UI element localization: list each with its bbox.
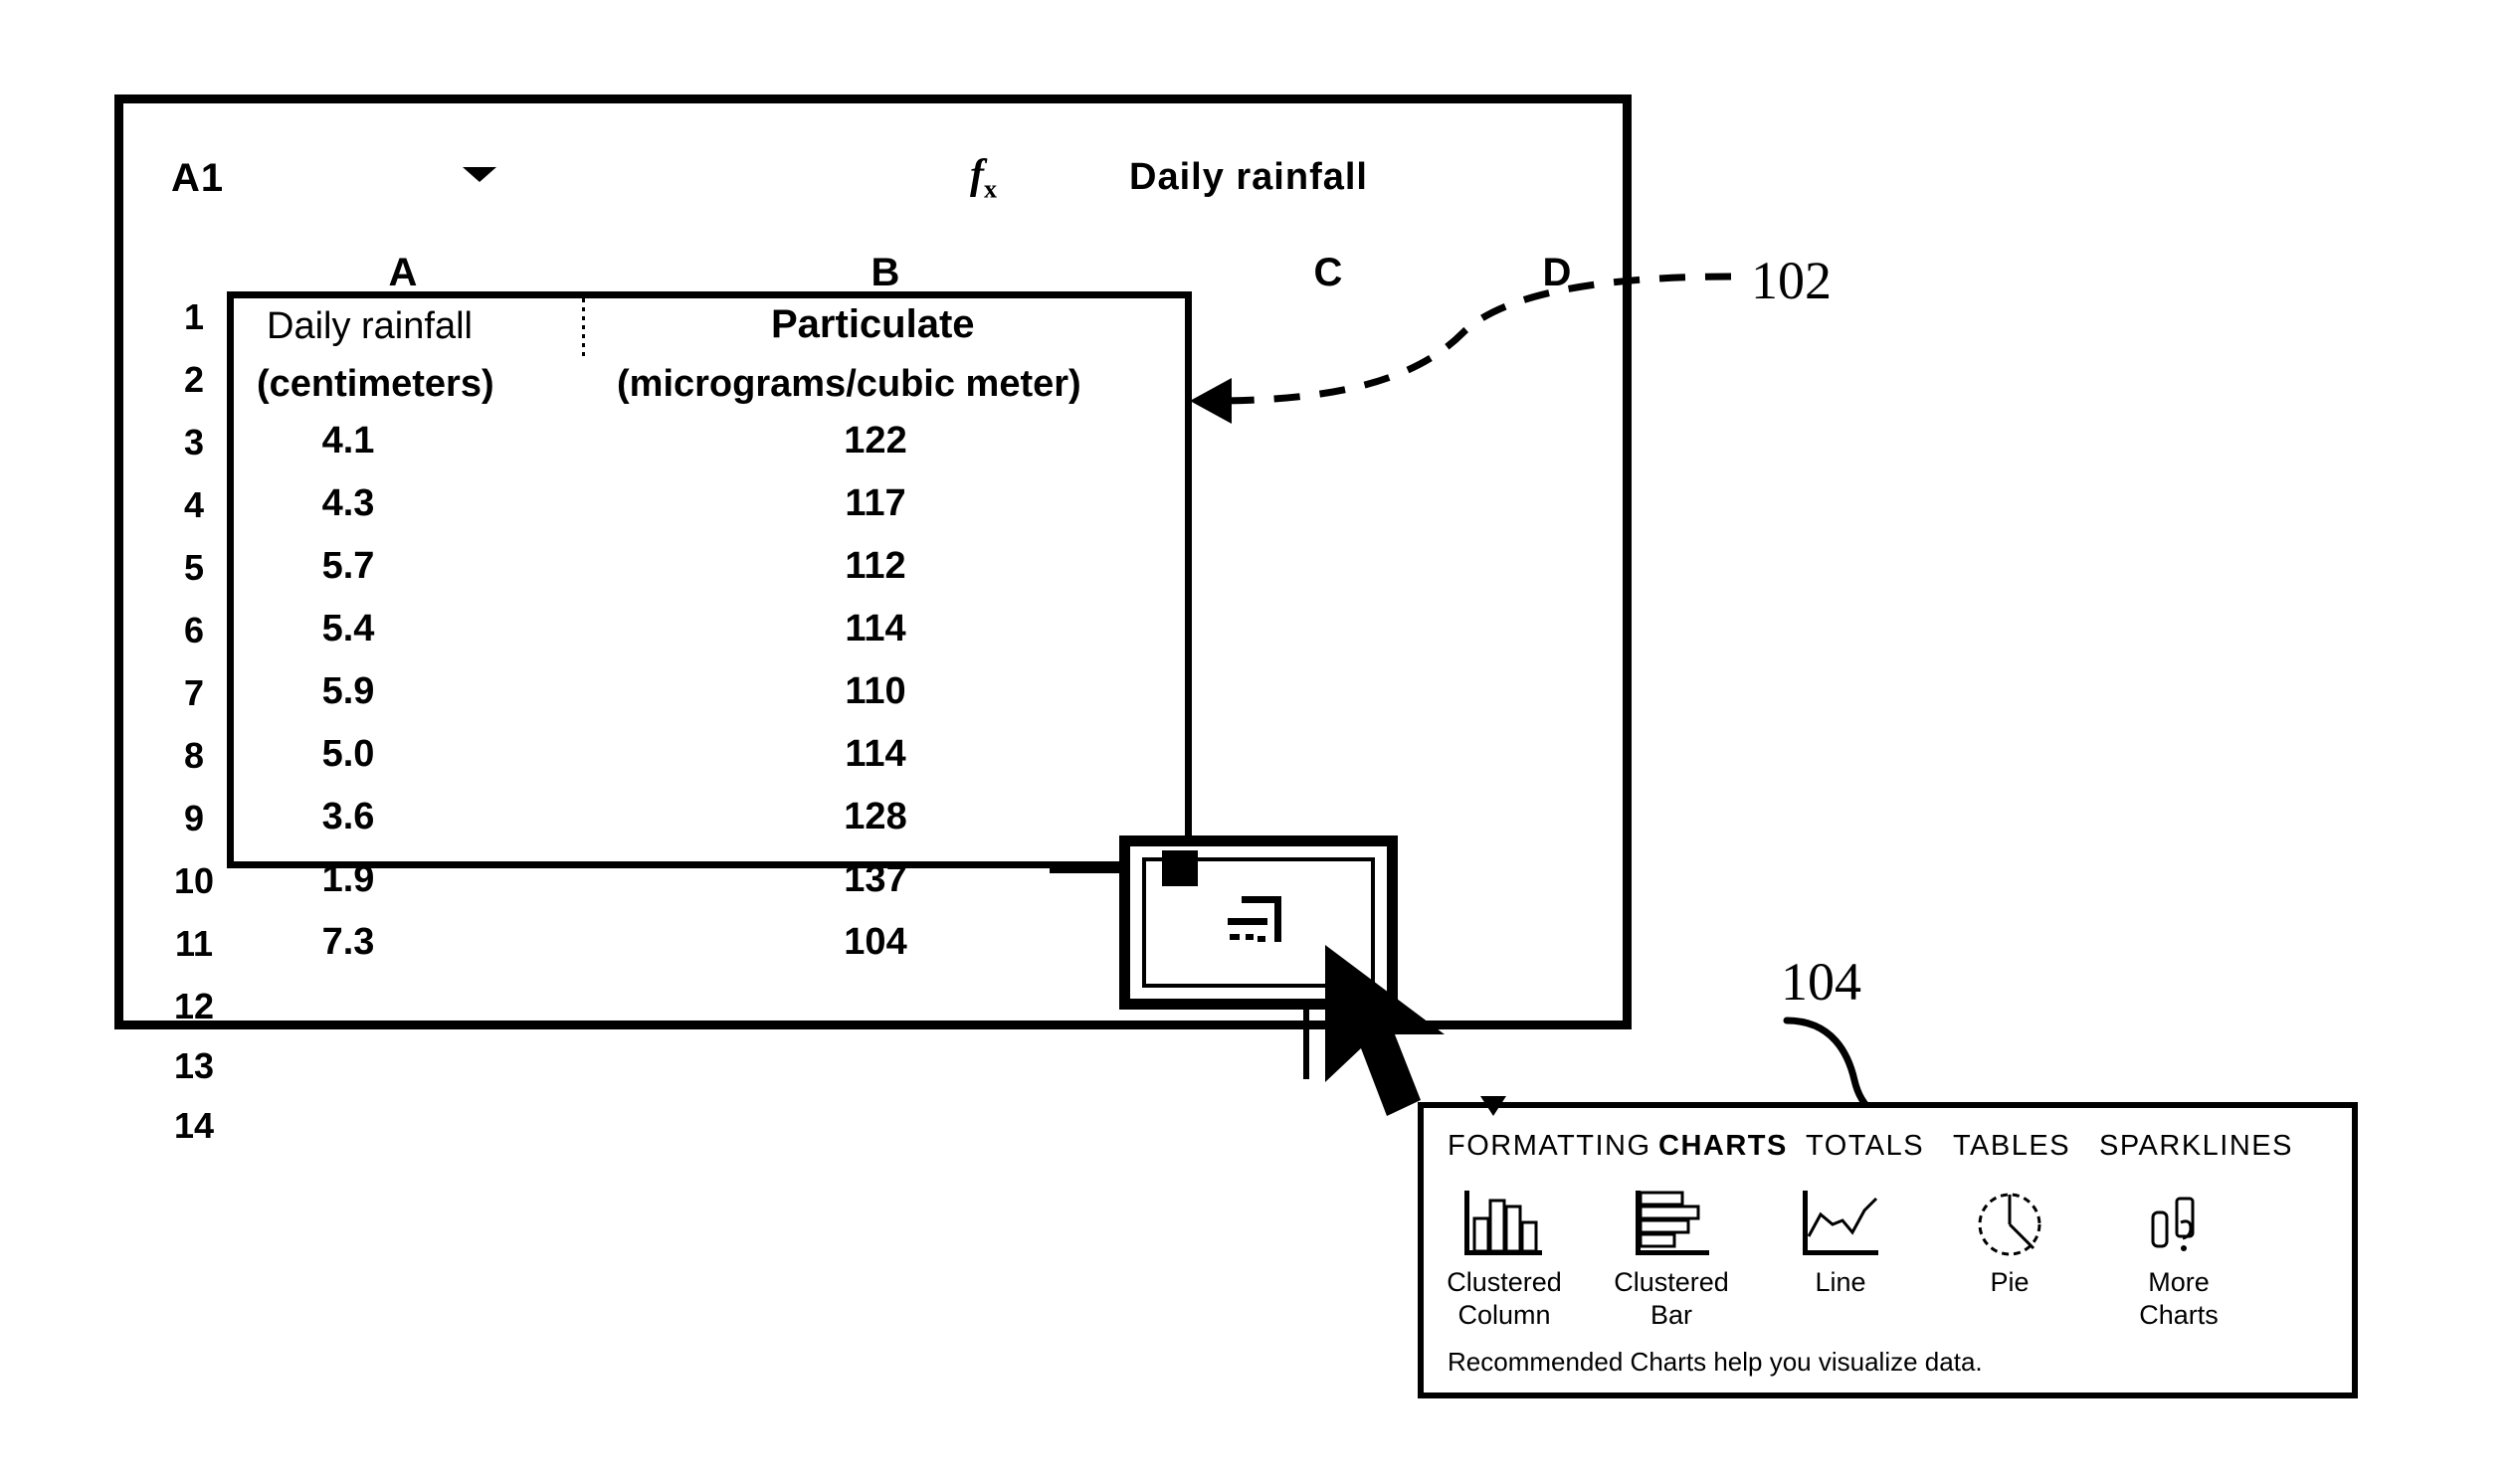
gallery-item-label: More Charts bbox=[2139, 1267, 2219, 1330]
column-header-a[interactable]: A bbox=[363, 249, 443, 296]
row-header-8[interactable]: 8 bbox=[159, 734, 229, 778]
table-cell-particulate[interactable]: 104 bbox=[786, 919, 965, 965]
quick-analysis-tab-bar: FORMATTING CHARTS TOTALS TABLES SPARKLIN… bbox=[1448, 1126, 2343, 1170]
row-header-2[interactable]: 2 bbox=[159, 358, 229, 402]
column-header-b[interactable]: B bbox=[846, 249, 925, 296]
table-cell-particulate[interactable]: 117 bbox=[786, 480, 965, 526]
quick-analysis-chart-gallery: Clustered Column Clustered Bar Line Pie … bbox=[1447, 1189, 2323, 1330]
table-cell-rainfall[interactable]: 5.7 bbox=[259, 543, 438, 589]
cell-b1[interactable]: Particulate bbox=[771, 301, 975, 347]
table-cell-particulate[interactable]: 128 bbox=[786, 794, 965, 839]
header-cell-divider bbox=[582, 298, 585, 356]
tab-tables[interactable]: TABLES bbox=[1953, 1126, 2070, 1166]
gallery-item-more-charts[interactable]: More Charts bbox=[2104, 1189, 2253, 1332]
row-header-7[interactable]: 7 bbox=[159, 671, 229, 715]
reference-numeral-104: 104 bbox=[1781, 952, 1861, 1012]
table-cell-particulate[interactable]: 114 bbox=[786, 606, 965, 651]
table-cell-rainfall[interactable]: 5.0 bbox=[259, 731, 438, 777]
row-header-1[interactable]: 1 bbox=[159, 295, 229, 339]
quick-analysis-stem bbox=[1303, 1010, 1309, 1079]
row-header-13[interactable]: 13 bbox=[159, 1044, 229, 1088]
row-header-11[interactable]: 11 bbox=[159, 922, 229, 966]
gallery-item-clustered-bar[interactable]: Clustered Bar bbox=[1597, 1189, 1746, 1332]
table-cell-rainfall[interactable]: 7.3 bbox=[259, 919, 438, 965]
more-charts-icon bbox=[2104, 1189, 2253, 1260]
function-fx-icon[interactable]: fx bbox=[970, 149, 997, 215]
chevron-down-icon[interactable] bbox=[463, 167, 496, 182]
clustered-bar-chart-icon bbox=[1597, 1189, 1746, 1260]
tab-sparklines[interactable]: SPARKLINES bbox=[2099, 1126, 2293, 1166]
row-header-12[interactable]: 12 bbox=[159, 985, 229, 1028]
table-cell-rainfall[interactable]: 3.6 bbox=[259, 794, 438, 839]
mouse-pointer-icon bbox=[1321, 941, 1480, 1125]
gallery-item-label: Clustered Column bbox=[1447, 1267, 1562, 1330]
row-header-5[interactable]: 5 bbox=[159, 546, 229, 590]
tab-formatting[interactable]: FORMATTING bbox=[1448, 1126, 1651, 1166]
table-cell-particulate[interactable]: 114 bbox=[786, 731, 965, 777]
row-header-9[interactable]: 9 bbox=[159, 797, 229, 840]
table-cell-rainfall[interactable]: 4.1 bbox=[259, 418, 438, 464]
cell-a1[interactable]: Daily rainfall bbox=[267, 303, 473, 349]
cell-a2[interactable]: (centimeters) bbox=[257, 361, 494, 407]
clustered-column-chart-icon bbox=[1430, 1189, 1579, 1260]
tab-charts[interactable]: CHARTS bbox=[1658, 1126, 1788, 1166]
panel-pointer-notch bbox=[1480, 1096, 1506, 1116]
row-header-4[interactable]: 4 bbox=[159, 483, 229, 527]
gallery-item-line[interactable]: Line bbox=[1766, 1189, 1915, 1299]
table-cell-rainfall[interactable]: 1.9 bbox=[259, 856, 438, 902]
gallery-item-label: Pie bbox=[1990, 1267, 2030, 1297]
row-header-3[interactable]: 3 bbox=[159, 421, 229, 464]
reference-numeral-102: 102 bbox=[1751, 251, 1832, 310]
quick-analysis-marker bbox=[1162, 850, 1198, 886]
gallery-item-clustered-column[interactable]: Clustered Column bbox=[1430, 1189, 1579, 1332]
gallery-item-label: Line bbox=[1815, 1267, 1866, 1297]
name-box[interactable]: A1 bbox=[171, 154, 370, 202]
table-cell-rainfall[interactable]: 5.4 bbox=[259, 606, 438, 651]
cell-b2[interactable]: (micrograms/cubic meter) bbox=[617, 361, 1081, 407]
table-cell-particulate[interactable]: 122 bbox=[786, 418, 965, 464]
quick-analysis-icon bbox=[1224, 890, 1293, 952]
table-cell-rainfall[interactable]: 4.3 bbox=[259, 480, 438, 526]
gallery-item-pie[interactable]: Pie bbox=[1935, 1189, 2084, 1299]
leader-line-102 bbox=[1174, 239, 1771, 428]
table-cell-particulate[interactable]: 112 bbox=[786, 543, 965, 589]
tab-totals[interactable]: TOTALS bbox=[1806, 1126, 1924, 1166]
table-cell-particulate[interactable]: 110 bbox=[786, 668, 965, 714]
line-chart-icon bbox=[1766, 1189, 1915, 1260]
quick-analysis-footer-text: Recommended Charts help you visualize da… bbox=[1448, 1347, 1983, 1377]
row-header-6[interactable]: 6 bbox=[159, 609, 229, 652]
row-header-10[interactable]: 10 bbox=[159, 859, 229, 903]
pie-chart-icon bbox=[1935, 1189, 2084, 1260]
table-cell-rainfall[interactable]: 5.9 bbox=[259, 668, 438, 714]
formula-bar-input[interactable]: Daily rainfall bbox=[1129, 152, 1368, 202]
table-cell-particulate[interactable]: 137 bbox=[786, 856, 965, 902]
row-header-14[interactable]: 14 bbox=[159, 1104, 229, 1148]
gallery-item-label: Clustered Bar bbox=[1614, 1267, 1729, 1330]
